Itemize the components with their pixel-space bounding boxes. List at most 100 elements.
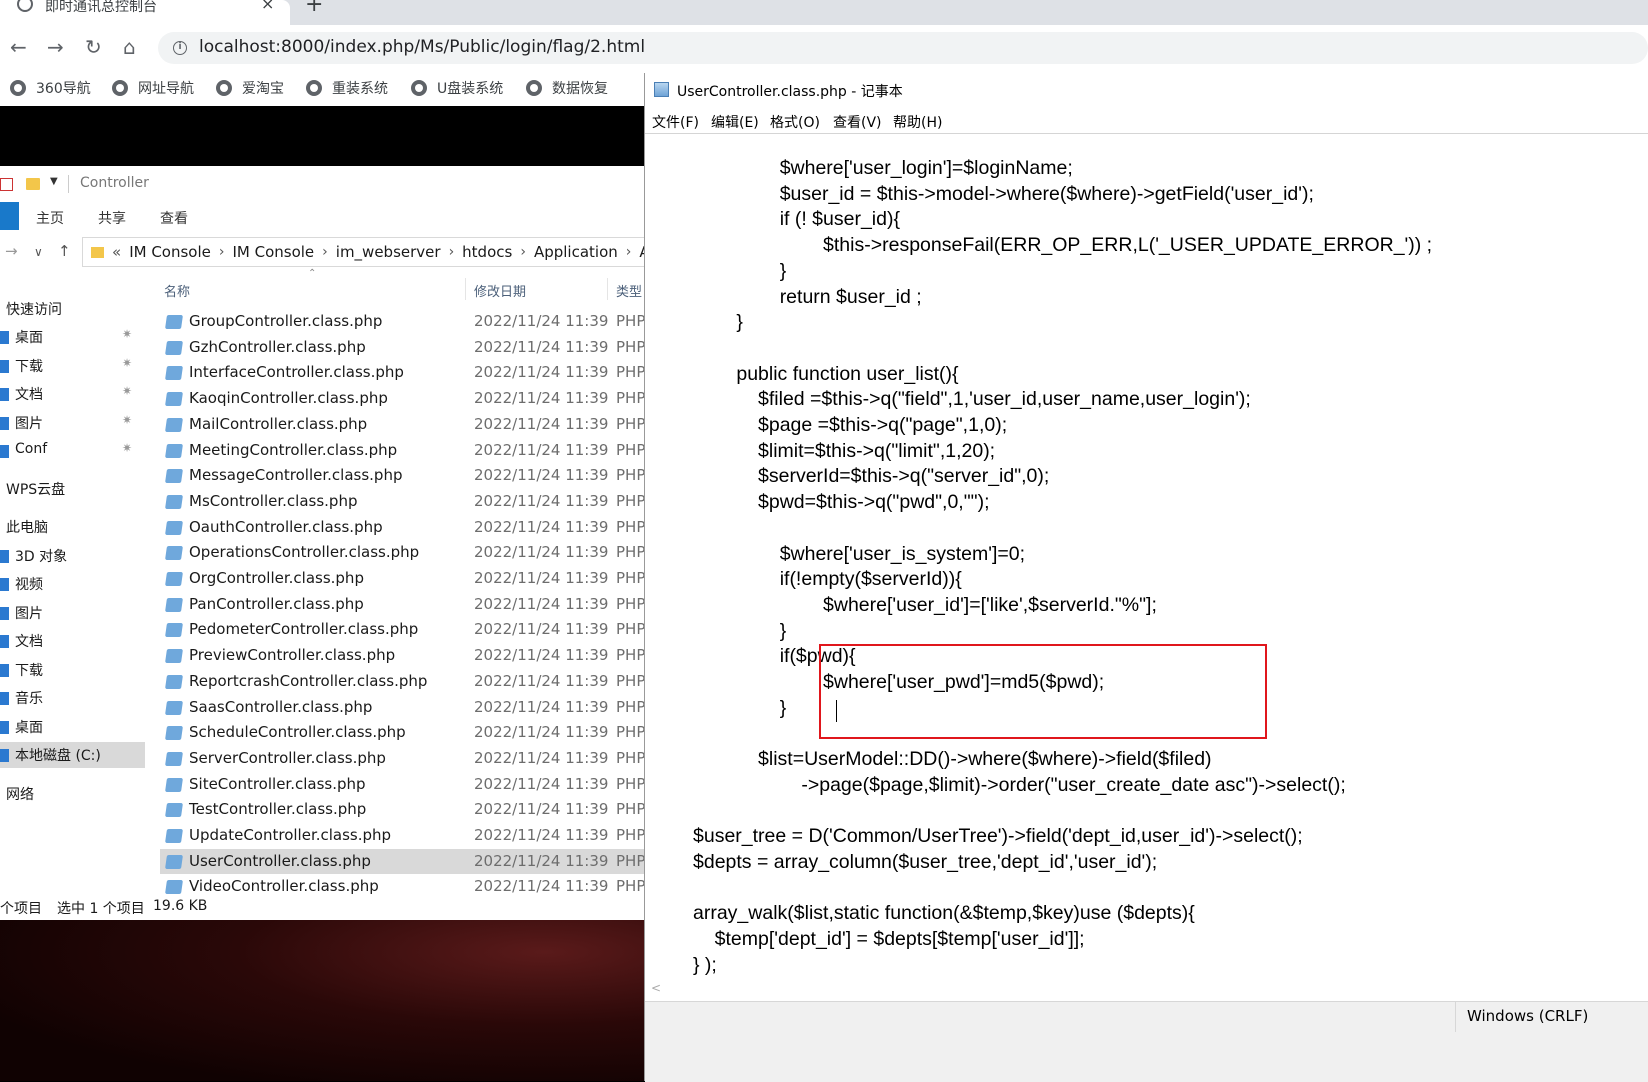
file-row[interactable]: MailController.class.php 2022/11/24 11:39… (160, 412, 680, 438)
breadcrumb-segment[interactable]: im_webserver (336, 243, 441, 261)
overflow-chevron-icon[interactable]: « (112, 243, 121, 261)
file-row[interactable]: SiteController.class.php 2022/11/24 11:39… (160, 772, 680, 798)
ribbon-file-tab[interactable] (0, 202, 19, 230)
notepad-editor[interactable]: $where['user_login']=$loginName; $user_i… (645, 133, 1648, 984)
annotation-highlight-box (819, 644, 1267, 739)
nav-item[interactable]: Conf ✷ (0, 438, 145, 464)
pin-icon[interactable]: ✷ (122, 441, 132, 455)
quick-access-properties-icon[interactable] (0, 178, 13, 191)
breadcrumb-chevron-icon[interactable]: › (520, 244, 526, 260)
file-row[interactable]: UserController.class.php 2022/11/24 11:39… (160, 848, 680, 875)
ribbon-tab-share[interactable]: 共享 (98, 208, 126, 228)
breadcrumb-chevron-icon[interactable]: › (626, 244, 632, 260)
file-row[interactable]: MeetingController.class.php 2022/11/24 11… (160, 438, 680, 464)
nav-item[interactable]: 快速访问 (0, 296, 145, 322)
nav-item[interactable]: 桌面 ✷ (0, 324, 145, 350)
forward-icon[interactable]: → (47, 33, 64, 61)
breadcrumb-chevron-icon[interactable]: › (322, 244, 328, 260)
column-divider[interactable] (465, 278, 466, 300)
tab-close-icon[interactable]: × (261, 0, 274, 13)
nav-item[interactable]: 文档 ✷ (0, 381, 145, 407)
file-row[interactable]: OperationsController.class.php 2022/11/24… (160, 540, 680, 566)
menu-view[interactable]: 查看(V) (833, 112, 882, 132)
info-icon[interactable]: i (173, 41, 187, 55)
file-row[interactable]: UpdateController.class.php 2022/11/24 11:… (160, 823, 680, 849)
bookmark-item[interactable]: 重装系统 (306, 76, 388, 100)
ribbon-tab-home[interactable]: 主页 (36, 208, 64, 228)
file-name: ServerController.class.php (189, 748, 386, 767)
column-divider[interactable] (607, 278, 608, 300)
breadcrumb-chevron-icon[interactable]: › (449, 244, 455, 260)
bookmark-label: 数据恢复 (552, 81, 608, 97)
nav-item[interactable]: 图片 ✷ (0, 410, 145, 436)
file-row[interactable]: GzhController.class.php 2022/11/24 11:39 P… (160, 335, 680, 361)
address-bar[interactable]: i localhost:8000/index.php/Ms/Public/log… (158, 32, 1648, 64)
forward-icon[interactable]: → (5, 242, 18, 260)
nav-item[interactable]: 文档 (0, 628, 145, 654)
bookmark-item[interactable]: 360导航 (10, 76, 91, 100)
pin-icon[interactable]: ✷ (122, 356, 132, 370)
new-folder-icon[interactable] (26, 178, 40, 190)
nav-item[interactable]: 下载 (0, 657, 145, 683)
pin-icon[interactable]: ✷ (122, 327, 132, 341)
nav-item[interactable]: 视频 (0, 571, 145, 597)
nav-item[interactable]: 桌面 (0, 714, 145, 740)
nav-item[interactable]: 本地磁盘 (C:) (0, 742, 145, 768)
file-row[interactable]: InterfaceController.class.php 2022/11/24 … (160, 360, 680, 386)
bookmark-item[interactable]: 网址导航 (112, 76, 194, 100)
file-row[interactable]: PanController.class.php 2022/11/24 11:39 P… (160, 592, 680, 618)
menu-format[interactable]: 格式(O) (770, 112, 820, 132)
nav-item[interactable]: 下载 ✷ (0, 353, 145, 379)
chevron-down-icon[interactable]: ▼ (50, 176, 58, 187)
file-row[interactable]: MessageController.class.php 2022/11/24 11… (160, 463, 680, 489)
bookmark-item[interactable]: U盘装系统 (411, 76, 503, 100)
file-row[interactable]: OauthController.class.php 2022/11/24 11:3… (160, 515, 680, 541)
breadcrumb[interactable]: « IM Console › IM Console › im_webserver › htd… (82, 237, 682, 267)
new-tab-button[interactable]: + (305, 0, 323, 17)
recent-locations-icon[interactable]: ∨ (34, 245, 43, 259)
nav-item[interactable]: 网络 (0, 781, 145, 807)
breadcrumb-chevron-icon[interactable]: › (219, 244, 225, 260)
menu-help[interactable]: 帮助(H) (893, 112, 942, 132)
file-row[interactable]: ReportcrashController.class.php 2022/11/2… (160, 669, 680, 695)
pin-icon[interactable]: ✷ (122, 413, 132, 427)
pin-icon[interactable]: ✷ (122, 384, 132, 398)
file-row[interactable]: PreviewController.class.php 2022/11/24 11… (160, 643, 680, 669)
code-text[interactable]: $where['user_login']=$loginName; $user_i… (693, 156, 1432, 979)
nav-item[interactable]: WPS云盘 (0, 476, 145, 502)
file-type: PHP (616, 337, 646, 356)
column-name[interactable]: 名称 (164, 281, 190, 300)
file-row[interactable]: ScheduleController.class.php 2022/11/24 1… (160, 720, 680, 746)
ribbon-tab-view[interactable]: 查看 (160, 208, 188, 228)
reload-icon[interactable]: ↻ (85, 33, 102, 61)
menu-file[interactable]: 文件(F) (652, 112, 699, 132)
file-row[interactable]: ServerController.class.php 2022/11/24 11:… (160, 746, 680, 772)
column-date[interactable]: 修改日期 (474, 281, 526, 300)
breadcrumb-segment[interactable]: htdocs (462, 243, 512, 261)
up-icon[interactable]: ↑ (58, 242, 71, 260)
home-icon[interactable]: ⌂ (123, 33, 136, 61)
file-row[interactable]: KaoqinController.class.php 2022/11/24 11:… (160, 386, 680, 412)
breadcrumb-segment[interactable]: Application (534, 243, 618, 261)
nav-item[interactable]: 音乐 (0, 685, 145, 711)
menu-edit[interactable]: 编辑(E) (711, 112, 759, 132)
breadcrumb-segment[interactable]: IM Console (129, 243, 211, 261)
url-text[interactable]: localhost:8000/index.php/Ms/Public/login… (199, 37, 645, 57)
file-row[interactable]: OrgController.class.php 2022/11/24 11:39 P… (160, 566, 680, 592)
browser-tab-active[interactable]: 即时通讯总控制台 × (0, 0, 290, 25)
file-row[interactable]: SaasController.class.php 2022/11/24 11:39… (160, 695, 680, 721)
nav-item[interactable]: 图片 (0, 600, 145, 626)
nav-item[interactable]: 此电脑 (0, 514, 145, 540)
nav-item[interactable]: 3D 对象 (0, 543, 145, 569)
file-row[interactable]: TestController.class.php 2022/11/24 11:39… (160, 797, 680, 823)
file-row[interactable]: GroupController.class.php 2022/11/24 11:3… (160, 309, 680, 335)
bookmark-item[interactable]: 数据恢复 (526, 76, 608, 100)
breadcrumb-segment[interactable]: IM Console (232, 243, 314, 261)
back-icon[interactable]: ← (10, 33, 27, 61)
column-type[interactable]: 类型 (616, 281, 642, 300)
scroll-left-icon[interactable]: < (651, 981, 661, 995)
horizontal-scrollbar[interactable]: < (645, 981, 1648, 999)
bookmark-item[interactable]: 爱淘宝 (216, 76, 284, 100)
file-row[interactable]: PedometerController.class.php 2022/11/24 … (160, 617, 680, 643)
file-row[interactable]: MsController.class.php 2022/11/24 11:39 PH… (160, 489, 680, 515)
